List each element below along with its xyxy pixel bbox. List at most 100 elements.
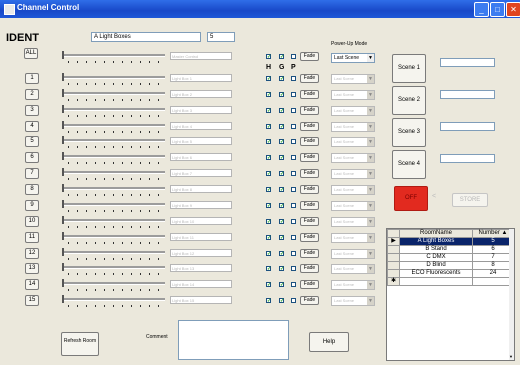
master-g-checkbox[interactable]: ✓ [279,54,284,60]
room-number-cell[interactable]: 5 [472,237,514,246]
channel-name-field[interactable]: Light Box 2 [170,90,232,98]
level-slider[interactable] [62,89,165,102]
level-slider[interactable] [62,295,165,308]
channel-g-checkbox[interactable]: ✓ [279,219,284,225]
chevron-down-icon[interactable]: ▼ [367,170,374,178]
channel-p-checkbox[interactable]: ✓ [291,298,296,303]
channel-p-checkbox[interactable]: ✓ [291,203,296,208]
channel-h-checkbox[interactable]: ✓ [266,282,271,288]
channel-name-field[interactable]: Light Box 12 [170,249,232,257]
channel-g-checkbox[interactable]: ✓ [279,139,284,145]
slider-thumb[interactable] [62,184,64,192]
new-row-name-cell[interactable] [399,277,473,286]
channel-number-button[interactable]: 9 [25,200,39,211]
channel-p-checkbox[interactable]: ✓ [291,124,296,129]
channel-fade-button[interactable]: Fade [300,137,319,146]
channel-g-checkbox[interactable]: ✓ [279,266,284,272]
room-number-cell[interactable]: 6 [472,245,514,254]
scene-4-field[interactable] [440,154,495,163]
channel-p-checkbox[interactable]: ✓ [291,171,296,176]
level-slider[interactable] [62,73,165,86]
maximize-icon[interactable]: □ [490,2,505,17]
channel-h-checkbox[interactable]: ✓ [266,108,271,114]
channel-number-button[interactable]: 2 [25,89,39,100]
level-slider[interactable] [62,184,165,197]
channel-g-checkbox[interactable]: ✓ [279,155,284,161]
channel-p-checkbox[interactable]: ✓ [291,219,296,224]
channel-powerup-select[interactable]: Last Scene ▼ [331,249,375,259]
table-row[interactable]: C DMX 7 [387,253,514,262]
channel-number-button[interactable]: 8 [25,184,39,195]
row-selector[interactable] [387,261,400,270]
chevron-down-icon[interactable]: ▼ [367,107,374,115]
slider-thumb[interactable] [62,279,64,287]
channel-powerup-select[interactable]: Last Scene ▼ [331,169,375,179]
chevron-down-icon[interactable]: ▼ [367,297,374,305]
level-slider[interactable] [62,51,165,64]
chevron-down-icon[interactable]: ▼ [367,281,374,289]
channel-name-field[interactable]: Light Box 6 [170,153,232,161]
channel-powerup-select[interactable]: Last Scene ▼ [331,90,375,100]
channel-number-button[interactable]: 14 [25,279,39,290]
powerup-mode-select[interactable]: Last Scene ▼ [331,53,375,63]
channel-p-checkbox[interactable]: ✓ [291,187,296,192]
master-p-checkbox[interactable]: ✓ [291,54,296,59]
master-name-field[interactable]: Master Control [170,52,232,60]
comment-field[interactable] [178,320,289,360]
chevron-down-icon[interactable]: ▼ [367,54,374,62]
chevron-down-icon[interactable]: ▼ [367,154,374,162]
channel-number-button[interactable]: 13 [25,263,39,274]
channel-name-field[interactable]: Light Box 5 [170,137,232,145]
channel-name-field[interactable]: Light Box 14 [170,280,232,288]
table-row[interactable]: ▶ A Light Boxes 5 [387,237,514,246]
level-slider[interactable] [62,152,165,165]
slider-thumb[interactable] [62,121,64,129]
channel-fade-button[interactable]: Fade [300,90,319,99]
channel-p-checkbox[interactable]: ✓ [291,108,296,113]
channel-p-checkbox[interactable]: ✓ [291,266,296,271]
channel-number-button[interactable]: 5 [25,136,39,147]
table-row[interactable]: B Stand 6 [387,245,514,254]
channel-fade-button[interactable]: Fade [300,233,319,242]
channel-h-checkbox[interactable]: ✓ [266,124,271,130]
channel-g-checkbox[interactable]: ✓ [279,76,284,82]
channel-p-checkbox[interactable]: ✓ [291,235,296,240]
channel-h-checkbox[interactable]: ✓ [266,266,271,272]
table-row[interactable]: D Blind 8 [387,261,514,270]
channel-number-button[interactable]: 10 [25,216,39,227]
row-selector[interactable]: ▶ [387,237,400,246]
channel-fade-button[interactable]: Fade [300,106,319,115]
off-button[interactable]: OFF [394,186,428,211]
minimize-icon[interactable]: _ [474,2,489,17]
channel-g-checkbox[interactable]: ✓ [279,298,284,304]
row-selector[interactable] [387,253,400,262]
all-button[interactable]: ALL [24,48,38,59]
room-number-field[interactable]: 5 [207,32,235,42]
channel-g-checkbox[interactable]: ✓ [279,251,284,257]
room-name-cell[interactable]: B Stand [399,245,473,254]
chevron-down-icon[interactable]: ▼ [367,75,374,83]
channel-name-field[interactable]: Light Box 10 [170,217,232,225]
channel-name-field[interactable]: Light Box 3 [170,106,232,114]
level-slider[interactable] [62,105,165,118]
level-slider[interactable] [62,248,165,261]
chevron-down-icon[interactable]: ▼ [367,123,374,131]
slider-thumb[interactable] [62,152,64,160]
room-name-cell[interactable]: ECO Fluorescents [399,269,473,278]
channel-g-checkbox[interactable]: ✓ [279,92,284,98]
help-button[interactable]: Help [309,332,349,352]
channel-name-field[interactable]: Light Box 13 [170,264,232,272]
scene-3-field[interactable] [440,122,495,131]
channel-fade-button[interactable]: Fade [300,296,319,305]
scene-1-field[interactable] [440,58,495,67]
level-slider[interactable] [62,200,165,213]
scroll-down-icon[interactable]: ▼ [509,354,513,359]
chevron-down-icon[interactable]: ▼ [367,265,374,273]
channel-fade-button[interactable]: Fade [300,217,319,226]
room-name-field[interactable]: A Light Boxes [91,32,201,42]
channel-p-checkbox[interactable]: ✓ [291,251,296,256]
channel-h-checkbox[interactable]: ✓ [266,76,271,82]
slider-thumb[interactable] [62,136,64,144]
refresh-room-button[interactable]: Refresh Room [61,332,99,356]
master-h-checkbox[interactable]: ✓ [266,54,271,60]
